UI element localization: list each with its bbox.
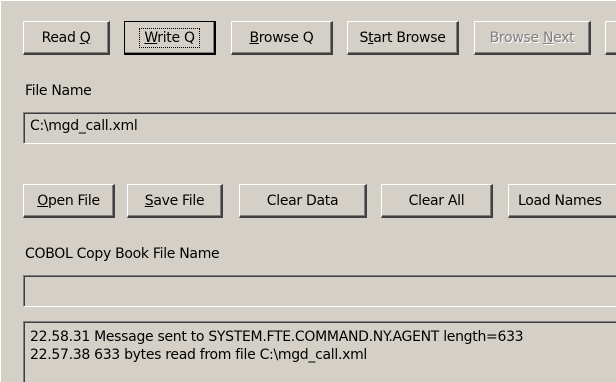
log-line: 22.58.31 Message sent to SYSTEM.FTE.COMM… — [30, 329, 524, 345]
write-q-button[interactable]: Write Q — [124, 21, 216, 55]
save-file-label: Save File — [144, 192, 205, 209]
load-names-label: Load Names — [518, 192, 602, 209]
save-file-button[interactable]: Save File — [127, 184, 223, 218]
read-q-label: Read Q — [41, 29, 91, 46]
clear-all-label: Clear All — [408, 192, 465, 209]
cobol-copybook-field[interactable] — [23, 275, 616, 307]
clear-all-button[interactable]: Clear All — [381, 184, 493, 218]
clear-data-button[interactable]: Clear Data — [239, 184, 367, 218]
log-line: 22.57.38 633 bytes read from file C:\mgd… — [30, 347, 368, 363]
start-browse-button[interactable]: Start Browse — [347, 21, 459, 55]
read-q-button[interactable]: Read Q — [23, 21, 110, 55]
cobol-copybook-label: COBOL Copy Book File Name — [25, 246, 220, 262]
toolbar1-overflow-button[interactable] — [605, 21, 616, 55]
browse-q-label: Browse Q — [249, 29, 314, 46]
browse-q-button[interactable]: Browse Q — [231, 21, 333, 55]
open-file-label: Open File — [37, 192, 100, 209]
main-window: Read Q Write Q Browse Q Start Browse Bro… — [0, 0, 616, 382]
browse-next-button[interactable]: Browse Next — [474, 21, 591, 55]
clear-data-label: Clear Data — [266, 192, 339, 209]
load-names-button[interactable]: Load Names — [508, 184, 616, 218]
open-file-button[interactable]: Open File — [23, 184, 115, 218]
message-log[interactable]: 22.58.31 Message sent to SYSTEM.FTE.COMM… — [23, 321, 616, 382]
write-q-label: Write Q — [139, 27, 200, 48]
start-browse-label: Start Browse — [359, 29, 446, 46]
browse-next-label: Browse Next — [489, 29, 575, 46]
file-name-label: File Name — [25, 83, 92, 99]
file-name-field[interactable]: C:\mgd_call.xml — [23, 112, 616, 144]
